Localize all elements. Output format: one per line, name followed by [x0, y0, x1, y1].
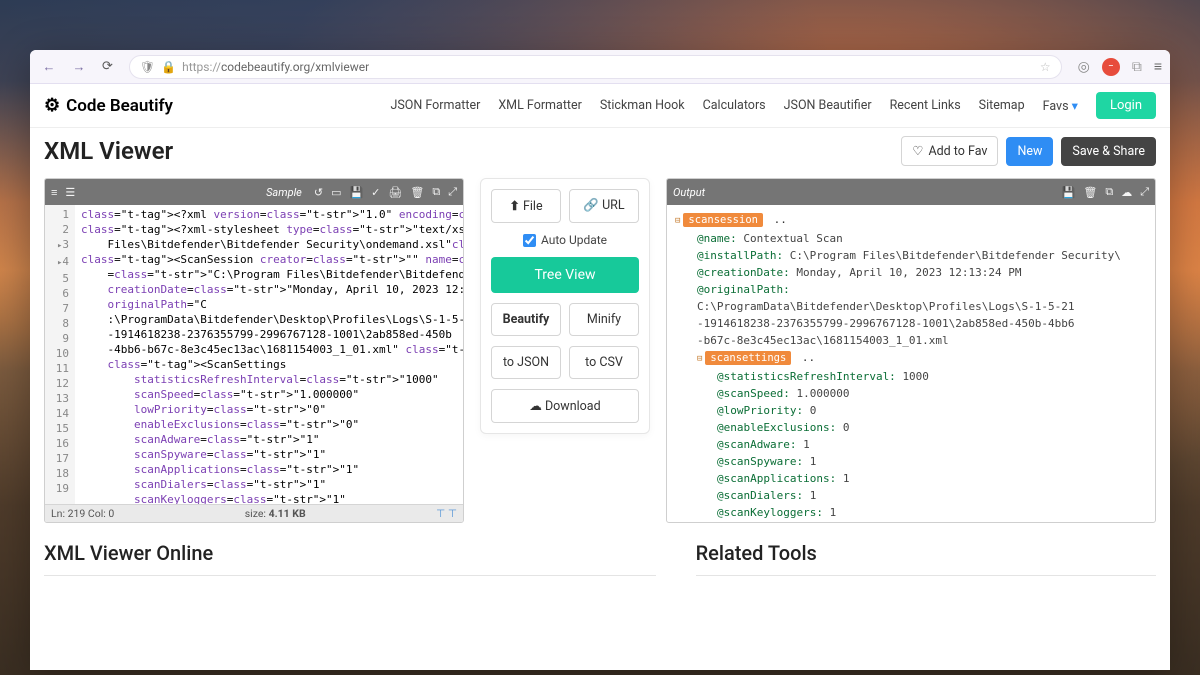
tree-view-button[interactable]: Tree View	[491, 257, 639, 293]
input-panel: ≡ ☰ Sample ↺ ▭ 💾 ✓ 🖨 🗑 ⧉ ⤢ 12▸3▸45678910…	[44, 178, 464, 523]
nav-recent-links[interactable]: Recent Links	[890, 98, 961, 113]
section-related-tools: Related Tools	[696, 541, 1156, 565]
back-icon[interactable]: ←	[38, 59, 60, 75]
beautify-button[interactable]: Beautify	[491, 303, 561, 336]
to-csv-button[interactable]: to CSV	[569, 346, 639, 379]
expand-icon[interactable]: ⤢	[448, 185, 457, 199]
link-icon: 🔗	[583, 198, 599, 213]
reload-icon[interactable]: ⟳	[102, 59, 113, 74]
lock-icon: 🔒	[161, 60, 176, 74]
to-json-button[interactable]: to JSON	[491, 346, 561, 379]
auto-update-checkbox[interactable]	[523, 234, 536, 247]
minify-button[interactable]: Minify	[569, 303, 639, 336]
site-header: ⚙ Code Beautify JSON Formatter XML Forma…	[30, 84, 1170, 128]
output-panel: Output 💾 🗑 ⧉ ☁ ⤢ ⊟scansession .. @name: …	[666, 178, 1156, 523]
save-share-button[interactable]: Save & Share	[1061, 137, 1156, 166]
nav-json-beautifier[interactable]: JSON Beautifier	[784, 98, 872, 113]
nav-calculators[interactable]: Calculators	[703, 98, 766, 113]
list-icon[interactable]: ≡	[51, 186, 57, 199]
auto-update-toggle[interactable]: Auto Update	[491, 233, 639, 247]
editor-toolbar: ≡ ☰ Sample ↺ ▭ 💾 ✓ 🖨 🗑 ⧉ ⤢	[45, 179, 463, 205]
chevron-down-icon: ▾	[1072, 99, 1078, 114]
nav-favs[interactable]: Favs ▾	[1043, 98, 1078, 114]
editor-status-bar: Ln: 219 Col: 0 size: 4.11 KB ⊤ ⊤	[45, 504, 463, 522]
section-xml-viewer-online: XML Viewer Online	[44, 541, 656, 565]
heart-icon: ♡	[912, 143, 923, 159]
collapse-icon[interactable]: ⊟	[675, 216, 680, 226]
indent-icon[interactable]: ☰	[65, 186, 75, 199]
copy-icon[interactable]: ⧉	[1105, 185, 1113, 199]
expand-icon[interactable]: ⤢	[1140, 185, 1149, 199]
nav-links: JSON Formatter XML Formatter Stickman Ho…	[390, 92, 1156, 119]
status-icons[interactable]: ⊤ ⊤	[436, 507, 457, 520]
login-button[interactable]: Login	[1096, 92, 1156, 119]
collapse-icon[interactable]: ⊟	[697, 354, 702, 364]
extension-icon[interactable]: ⧉	[1132, 59, 1142, 75]
trash-icon[interactable]: 🗑	[1083, 186, 1097, 199]
nav-xml-formatter[interactable]: XML Formatter	[498, 98, 582, 113]
nav-sitemap[interactable]: Sitemap	[979, 98, 1025, 113]
url-text: https://codebeautify.org/xmlviewer	[182, 60, 369, 74]
brand[interactable]: ⚙ Code Beautify	[44, 95, 173, 116]
browser-window: ← → ⟳ 🛡 🔒 https://codebeautify.org/xmlvi…	[30, 50, 1170, 670]
page-title: XML Viewer	[44, 137, 173, 165]
save-icon[interactable]: 💾	[1062, 186, 1076, 199]
star-icon[interactable]: ☆	[1040, 60, 1051, 74]
file-size: size: 4.11 KB	[245, 507, 306, 520]
cloud-icon[interactable]: ☁	[1121, 186, 1132, 199]
print-icon[interactable]: 🖨	[388, 186, 402, 199]
adblock-icon[interactable]: −	[1102, 58, 1120, 76]
cloud-download-icon: ☁	[529, 399, 542, 414]
address-bar[interactable]: 🛡 🔒 https://codebeautify.org/xmlviewer ☆	[129, 55, 1062, 79]
pocket-icon[interactable]: ◎	[1078, 59, 1090, 75]
nav-stickman-hook[interactable]: Stickman Hook	[600, 98, 685, 113]
new-button[interactable]: New	[1006, 137, 1053, 166]
gear-icon: ⚙	[44, 95, 60, 116]
upload-icon: ⬆	[509, 199, 519, 214]
output-title: Output	[673, 186, 705, 199]
url-button[interactable]: 🔗 URL	[569, 189, 639, 223]
node-scansession[interactable]: scansession	[683, 213, 763, 227]
check-icon[interactable]: ✓	[371, 186, 380, 199]
trash-icon[interactable]: 🗑	[410, 186, 424, 199]
save-icon[interactable]: 💾	[349, 186, 363, 199]
browser-toolbar: ← → ⟳ 🛡 🔒 https://codebeautify.org/xmlvi…	[30, 50, 1170, 84]
output-tree[interactable]: ⊟scansession .. @name: Contextual Scan @…	[667, 205, 1155, 522]
sample-label[interactable]: Sample	[266, 186, 302, 199]
open-icon[interactable]: ▭	[331, 186, 341, 199]
file-button[interactable]: ⬆ File	[491, 189, 561, 223]
copy-icon[interactable]: ⧉	[432, 185, 440, 199]
node-scansettings[interactable]: scansettings	[705, 351, 791, 365]
nav-json-formatter[interactable]: JSON Formatter	[390, 98, 480, 113]
controls-column: ⬆ File 🔗 URL Auto Update Tree View Beaut…	[480, 178, 650, 434]
history-icon[interactable]: ↺	[314, 186, 323, 199]
shield-icon: 🛡	[140, 60, 155, 74]
download-button[interactable]: ☁ Download	[491, 389, 639, 423]
code-editor[interactable]: 12▸3▸45678910111213141516171819 class="t…	[45, 205, 463, 504]
menu-icon[interactable]: ≡	[1154, 58, 1162, 75]
add-fav-button[interactable]: ♡Add to Fav	[901, 136, 998, 166]
output-toolbar: Output 💾 🗑 ⧉ ☁ ⤢	[667, 179, 1155, 205]
forward-icon[interactable]: →	[68, 59, 90, 75]
cursor-position: Ln: 219 Col: 0	[51, 507, 114, 520]
